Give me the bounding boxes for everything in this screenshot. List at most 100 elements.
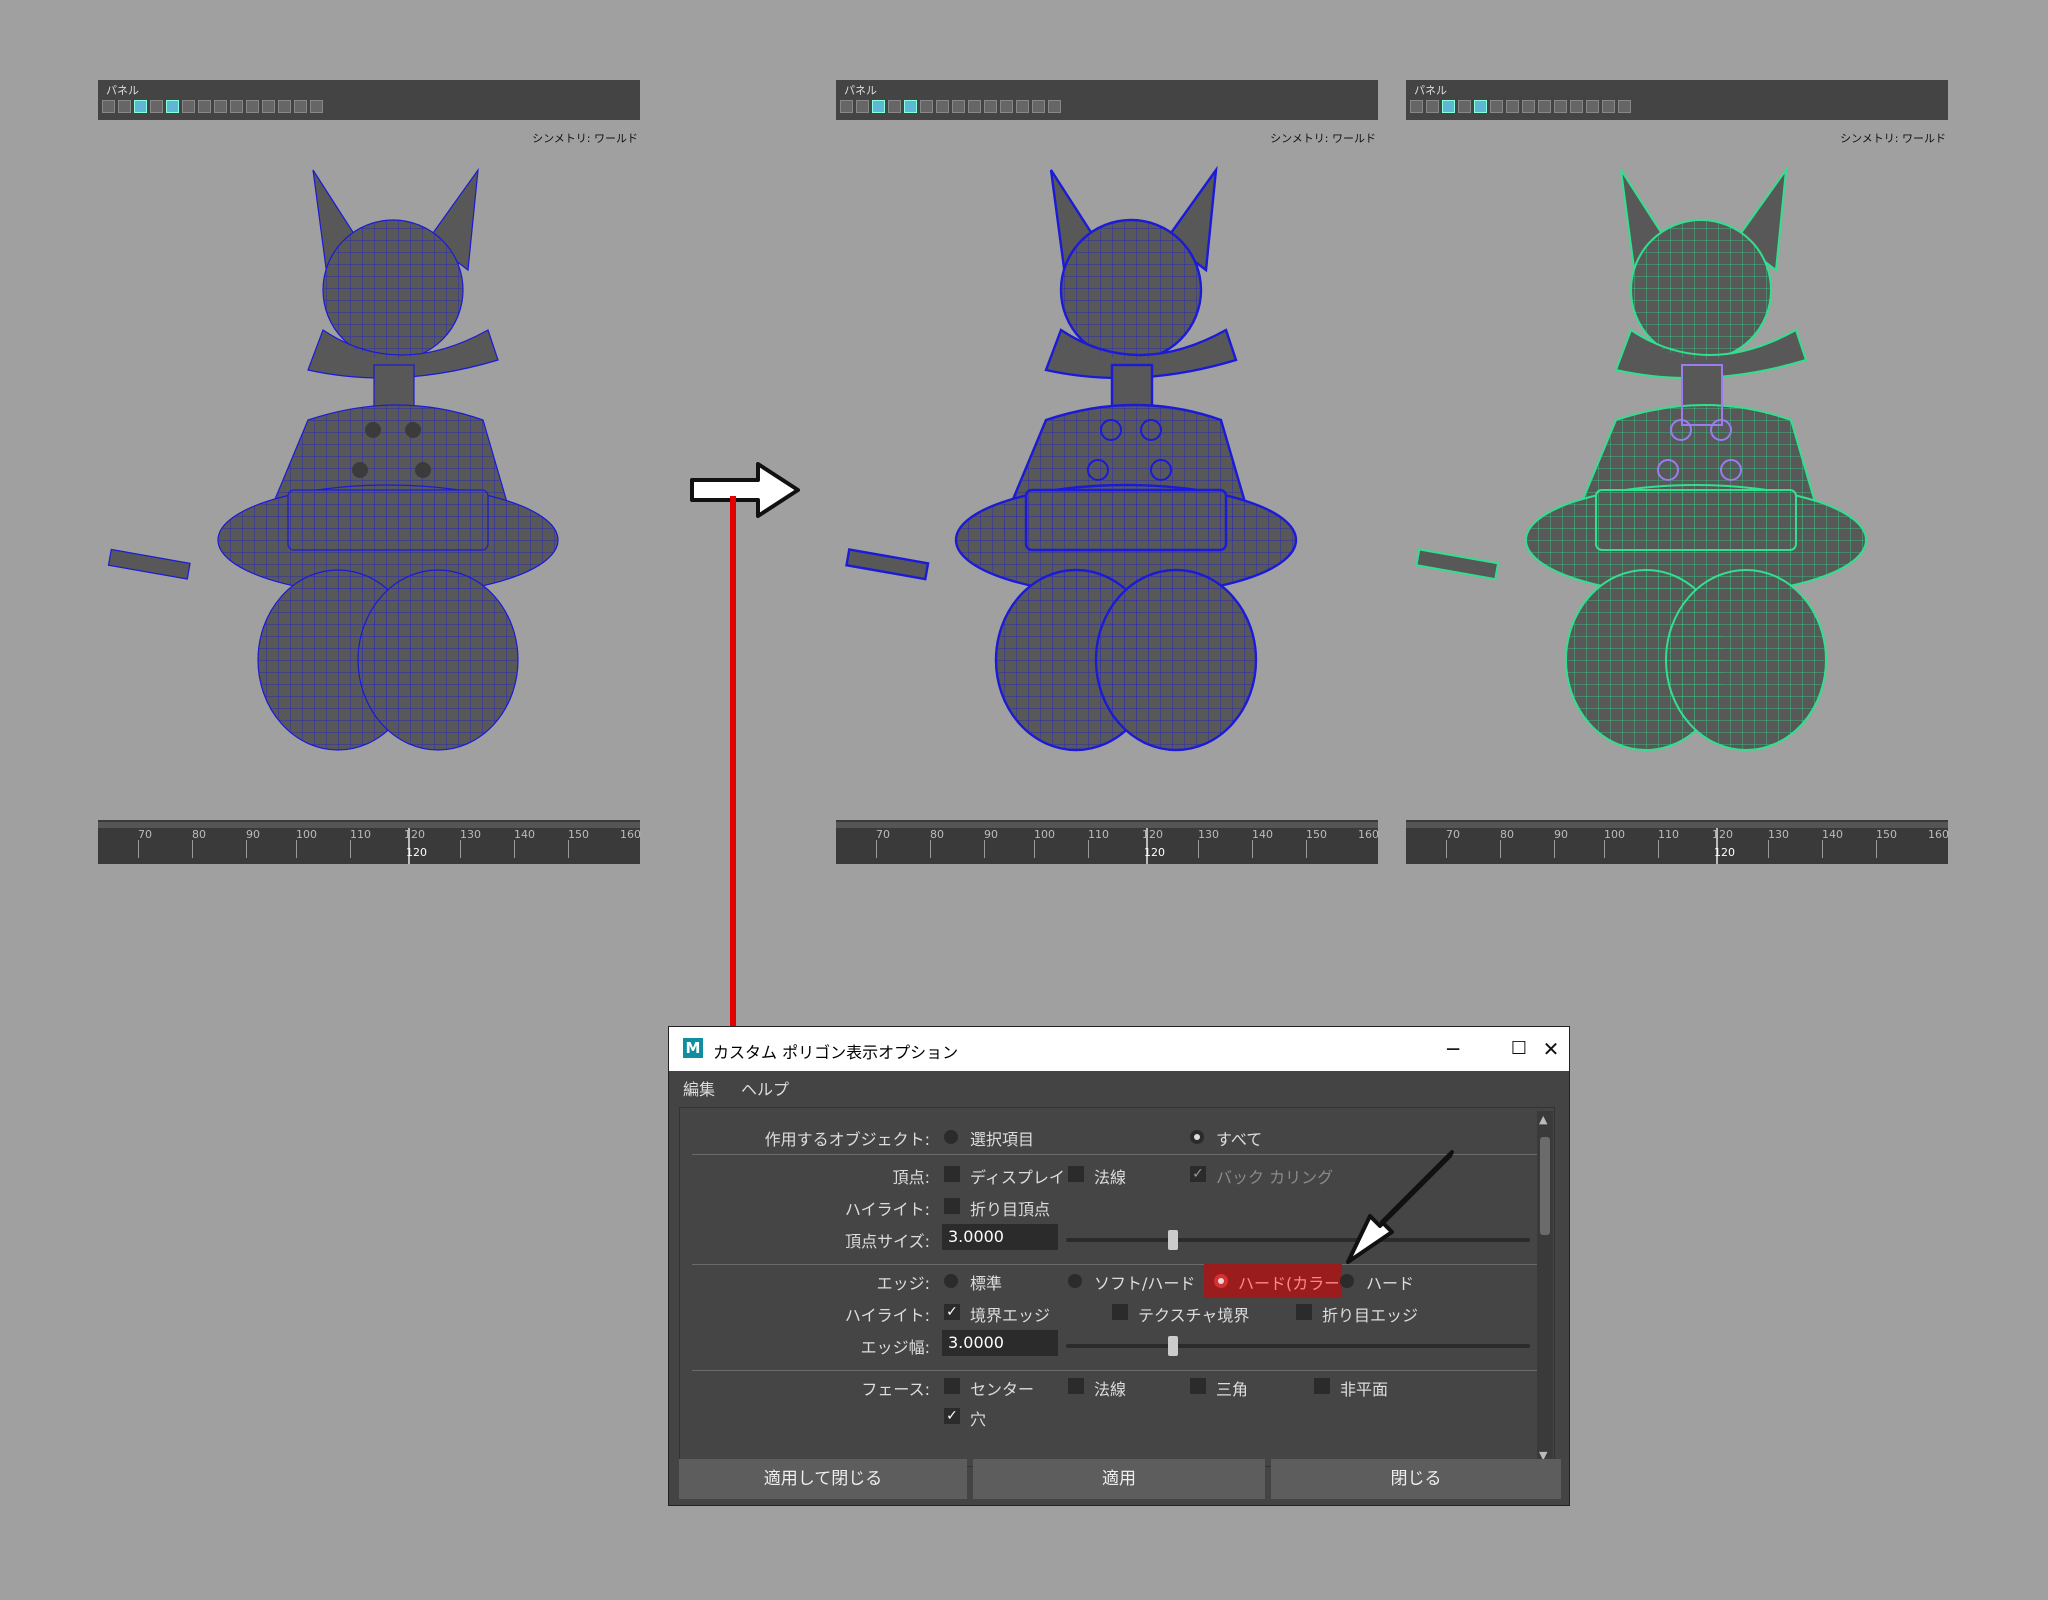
tick-label: 70	[138, 828, 152, 841]
tick-label: 90	[1554, 828, 1568, 841]
isolate-icon[interactable]	[1538, 100, 1551, 113]
shade-icon[interactable]	[1458, 100, 1471, 113]
checkbox-backface-culling[interactable]: ✓	[1190, 1166, 1206, 1182]
non-planar-label: 非平面	[1340, 1380, 1389, 1399]
isolate-icon[interactable]	[968, 100, 981, 113]
checkbox-triangles[interactable]	[1190, 1378, 1206, 1394]
hud-icon[interactable]	[310, 100, 323, 113]
xray-icon[interactable]	[246, 100, 259, 113]
light-icon[interactable]	[198, 100, 211, 113]
vertex-size-slider-handle[interactable]	[1168, 1230, 1178, 1250]
radio-selected-items[interactable]	[944, 1130, 958, 1144]
grid-icon[interactable]	[262, 100, 275, 113]
tick-label: 140	[1252, 828, 1273, 841]
option-all[interactable]: すべて	[1216, 1126, 1262, 1150]
timeline[interactable]: 70 80 90 100 110 120 130 140 150 160 120	[98, 820, 641, 864]
apply-button[interactable]: 適用	[973, 1459, 1265, 1499]
panel-menu[interactable]: パネル	[1414, 82, 1447, 98]
panel-menu[interactable]: パネル	[106, 82, 139, 98]
shade-icon[interactable]	[150, 100, 163, 113]
timeline[interactable]: 70 80 90 100 110 120 130 140 150 160 120	[1406, 820, 1949, 864]
smooth-shade-icon[interactable]	[872, 100, 885, 113]
grid-icon[interactable]	[1570, 100, 1583, 113]
option-edge-hard-color[interactable]: ハード(カラー)	[1238, 1270, 1338, 1294]
wireframe-icon[interactable]	[1426, 100, 1439, 113]
hud-icon[interactable]	[1048, 100, 1061, 113]
shade-icon[interactable]	[888, 100, 901, 113]
edge-width-field[interactable]: 3.0000	[942, 1330, 1058, 1356]
current-frame: 120	[1714, 846, 1735, 859]
texture-icon[interactable]	[182, 100, 195, 113]
scroll-thumb[interactable]	[1540, 1137, 1550, 1235]
title-bar[interactable]: M カスタム ポリゴン表示オプション ─ ☐ ✕	[669, 1027, 1569, 1071]
shadow-icon[interactable]	[214, 100, 227, 113]
shadow-icon[interactable]	[952, 100, 965, 113]
menu-help[interactable]: ヘルプ	[741, 1076, 789, 1100]
close-window-button[interactable]: ✕	[1537, 1037, 1565, 1061]
scrollbar[interactable]: ▲ ▼	[1537, 1111, 1553, 1467]
viewport-1[interactable]: パネル シンメトリ: ワールド 70 80 90 100 110 120 130…	[98, 80, 641, 864]
texture-icon[interactable]	[920, 100, 933, 113]
resolution-gate-icon[interactable]	[1586, 100, 1599, 113]
edge-width-slider-handle[interactable]	[1168, 1336, 1178, 1356]
grid-icon[interactable]	[1000, 100, 1013, 113]
tick-label: 150	[1876, 828, 1897, 841]
close-button[interactable]: 閉じる	[1271, 1459, 1561, 1499]
checkbox-vertex-normals[interactable]	[1068, 1166, 1084, 1182]
wireframe-on-shaded-icon[interactable]	[904, 100, 917, 113]
xray-icon[interactable]	[984, 100, 997, 113]
wireframe-icon[interactable]	[856, 100, 869, 113]
option-selected-items[interactable]: 選択項目	[970, 1126, 1034, 1150]
light-icon[interactable]	[936, 100, 949, 113]
film-gate-icon[interactable]	[1032, 100, 1045, 113]
texture-icon[interactable]	[1490, 100, 1503, 113]
resolution-gate-icon[interactable]	[1016, 100, 1029, 113]
light-icon[interactable]	[1506, 100, 1519, 113]
tick-label: 110	[1658, 828, 1679, 841]
viewport-3[interactable]: パネル シンメトリ: ワールド 70 80 90 100 110 120 130…	[1406, 80, 1949, 864]
film-gate-icon[interactable]	[1602, 100, 1615, 113]
shadow-icon[interactable]	[1522, 100, 1535, 113]
menu-edit[interactable]: 編集	[683, 1076, 715, 1100]
vertex-size-field[interactable]: 3.0000	[942, 1224, 1058, 1250]
smooth-shade-icon[interactable]	[134, 100, 147, 113]
option-edge-standard[interactable]: 標準	[970, 1270, 1002, 1294]
edge-width-slider[interactable]	[1066, 1344, 1530, 1348]
checkbox-crease-edges[interactable]	[1296, 1304, 1312, 1320]
wireframe-on-shaded-icon[interactable]	[166, 100, 179, 113]
radio-all[interactable]	[1190, 1130, 1204, 1144]
tick-label: 160	[1928, 828, 1949, 841]
radio-edge-soft-hard[interactable]	[1068, 1274, 1082, 1288]
checkbox-face-centers[interactable]	[944, 1378, 960, 1394]
scroll-up-icon[interactable]: ▲	[1539, 1113, 1547, 1126]
tick-label: 80	[930, 828, 944, 841]
hud-icon[interactable]	[1618, 100, 1631, 113]
option-edge-soft-hard[interactable]: ソフト/ハード	[1094, 1270, 1195, 1294]
viewport-2[interactable]: パネル シンメトリ: ワールド 70 80 90 100 110 120 130…	[836, 80, 1379, 864]
apply-and-close-button[interactable]: 適用して閉じる	[679, 1459, 967, 1499]
checkbox-face-normals[interactable]	[1068, 1378, 1084, 1394]
radio-edge-hard-color[interactable]	[1214, 1274, 1228, 1288]
camera-icon[interactable]	[102, 100, 115, 113]
radio-edge-standard[interactable]	[944, 1274, 958, 1288]
checkbox-texture-borders[interactable]	[1112, 1304, 1128, 1320]
wireframe-icon[interactable]	[118, 100, 131, 113]
film-gate-icon[interactable]	[294, 100, 307, 113]
isolate-icon[interactable]	[230, 100, 243, 113]
camera-icon[interactable]	[840, 100, 853, 113]
maximize-button[interactable]: ☐	[1505, 1037, 1533, 1061]
camera-icon[interactable]	[1410, 100, 1423, 113]
checkbox-border-edges[interactable]: ✓	[944, 1304, 960, 1320]
checkbox-holes[interactable]: ✓	[944, 1408, 960, 1424]
xray-icon[interactable]	[1554, 100, 1567, 113]
panel-menu[interactable]: パネル	[844, 82, 877, 98]
checkbox-non-planar[interactable]	[1314, 1378, 1330, 1394]
minimize-button[interactable]: ─	[1439, 1037, 1467, 1061]
checkbox-border-vertices[interactable]	[944, 1198, 960, 1214]
smooth-shade-icon[interactable]	[1442, 100, 1455, 113]
wireframe-on-shaded-icon[interactable]	[1474, 100, 1487, 113]
timeline[interactable]: 70 80 90 100 110 120 130 140 150 160 120	[836, 820, 1379, 864]
resolution-gate-icon[interactable]	[278, 100, 291, 113]
tick-mark	[1822, 840, 1823, 858]
checkbox-vertex-display[interactable]	[944, 1166, 960, 1182]
